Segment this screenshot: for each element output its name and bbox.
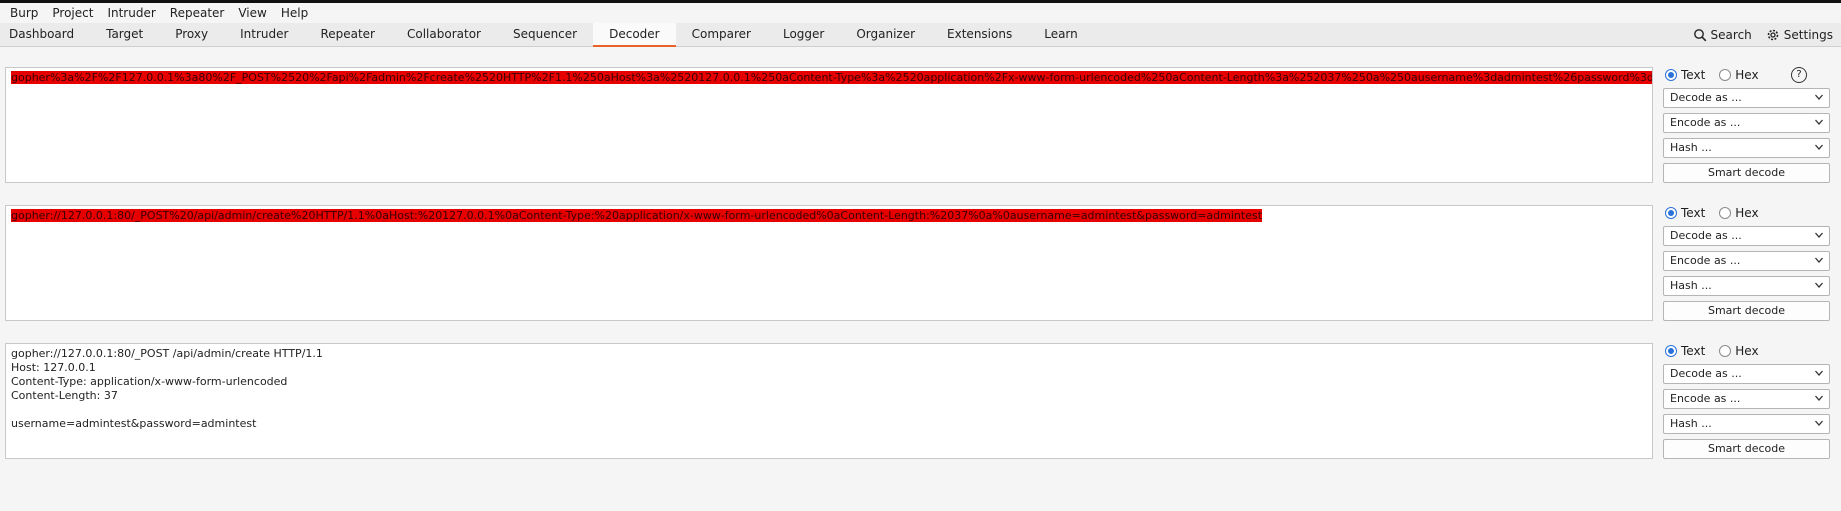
tab-extensions[interactable]: Extensions xyxy=(931,23,1028,46)
menu-repeater[interactable]: Repeater xyxy=(163,3,232,23)
chevron-down-icon xyxy=(1815,119,1823,125)
decoder-panel-1: gopher%3a%2F%2F127.0.0.1%3a80%2F_POST%25… xyxy=(5,67,1836,183)
tab-organizer[interactable]: Organizer xyxy=(840,23,931,46)
decode-as-label: Decode as ... xyxy=(1670,367,1742,380)
tab-comparer[interactable]: Comparer xyxy=(676,23,767,46)
editor-text: gopher%3a%2F%2F127.0.0.1%3a80%2F_POST%25… xyxy=(11,71,1652,84)
menu-bar: Burp Project Intruder Repeater View Help xyxy=(0,3,1841,23)
hex-radio-label: Hex xyxy=(1735,68,1759,82)
menu-project[interactable]: Project xyxy=(45,3,100,23)
hex-radio-label: Hex xyxy=(1735,344,1759,358)
decode-as-select[interactable]: Decode as ... xyxy=(1663,364,1830,384)
encode-as-select[interactable]: Encode as ... xyxy=(1663,113,1830,133)
encode-as-label: Encode as ... xyxy=(1670,116,1741,129)
encode-as-select[interactable]: Encode as ... xyxy=(1663,389,1830,409)
tab-decoder[interactable]: Decoder xyxy=(593,23,676,47)
settings-button[interactable]: Settings xyxy=(1766,28,1833,42)
hash-select[interactable]: Hash ... xyxy=(1663,414,1830,434)
menu-view[interactable]: View xyxy=(231,3,273,23)
menu-burp[interactable]: Burp xyxy=(3,3,45,23)
tab-proxy[interactable]: Proxy xyxy=(159,23,224,46)
decoder-controls-2: Text Hex Decode as ... Encode as ... Has… xyxy=(1663,205,1836,321)
tab-collaborator[interactable]: Collaborator xyxy=(391,23,497,46)
tab-sequencer[interactable]: Sequencer xyxy=(497,23,593,46)
hash-label: Hash ... xyxy=(1670,279,1712,292)
decoder-editor-2[interactable]: gopher://127.0.0.1:80/_POST%20/api/admin… xyxy=(5,205,1653,321)
encode-as-label: Encode as ... xyxy=(1670,392,1741,405)
decode-as-select[interactable]: Decode as ... xyxy=(1663,88,1830,108)
tab-target[interactable]: Target xyxy=(90,23,159,46)
chevron-down-icon xyxy=(1815,370,1823,376)
text-radio-label: Text xyxy=(1681,344,1706,358)
chevron-down-icon xyxy=(1815,94,1823,100)
chevron-down-icon xyxy=(1815,232,1823,238)
decoder-editor-1[interactable]: gopher%3a%2F%2F127.0.0.1%3a80%2F_POST%25… xyxy=(5,67,1653,183)
chevron-down-icon xyxy=(1815,395,1823,401)
smart-decode-button[interactable]: Smart decode xyxy=(1663,163,1830,183)
menu-intruder[interactable]: Intruder xyxy=(100,3,162,23)
text-radio-label: Text xyxy=(1681,68,1706,82)
chevron-down-icon xyxy=(1815,282,1823,288)
menu-help[interactable]: Help xyxy=(274,3,315,23)
text-radio[interactable] xyxy=(1665,207,1677,219)
decoder-panel-3: gopher://127.0.0.1:80/_POST /api/admin/c… xyxy=(5,343,1836,459)
editor-text: gopher://127.0.0.1:80/_POST /api/admin/c… xyxy=(11,347,323,430)
hex-radio[interactable] xyxy=(1719,207,1732,219)
tab-learn[interactable]: Learn xyxy=(1028,23,1094,46)
text-radio[interactable] xyxy=(1665,69,1677,81)
help-icon[interactable]: ? xyxy=(1791,67,1807,83)
hash-select[interactable]: Hash ... xyxy=(1663,138,1830,158)
hex-radio-label: Hex xyxy=(1735,206,1759,220)
chevron-down-icon xyxy=(1815,257,1823,263)
search-button[interactable]: Search xyxy=(1693,28,1752,42)
hash-label: Hash ... xyxy=(1670,417,1712,430)
search-icon xyxy=(1693,29,1706,42)
hash-select[interactable]: Hash ... xyxy=(1663,276,1830,296)
text-radio[interactable] xyxy=(1665,345,1677,357)
smart-decode-button[interactable]: Smart decode xyxy=(1663,301,1830,321)
chevron-down-icon xyxy=(1815,420,1823,426)
hex-radio[interactable] xyxy=(1719,69,1732,81)
tab-dashboard[interactable]: Dashboard xyxy=(0,23,90,46)
tab-logger[interactable]: Logger xyxy=(767,23,840,46)
decode-as-label: Decode as ... xyxy=(1670,91,1742,104)
search-label: Search xyxy=(1710,28,1752,42)
text-radio-label: Text xyxy=(1681,206,1706,220)
decoder-panel-2: gopher://127.0.0.1:80/_POST%20/api/admin… xyxy=(5,205,1836,321)
editor-text: gopher://127.0.0.1:80/_POST%20/api/admin… xyxy=(11,209,1263,222)
decoder-controls-3: Text Hex Decode as ... Encode as ... Has… xyxy=(1663,343,1836,459)
hash-label: Hash ... xyxy=(1670,141,1712,154)
decode-as-label: Decode as ... xyxy=(1670,229,1742,242)
hex-radio[interactable] xyxy=(1719,345,1732,357)
decode-as-select[interactable]: Decode as ... xyxy=(1663,226,1830,246)
gear-icon xyxy=(1767,29,1779,41)
smart-decode-button[interactable]: Smart decode xyxy=(1663,439,1830,459)
encode-as-select[interactable]: Encode as ... xyxy=(1663,251,1830,271)
decoder-controls-1: Text Hex ? Decode as ... Encode as ... H… xyxy=(1663,67,1836,183)
tab-intruder[interactable]: Intruder xyxy=(224,23,304,46)
tab-repeater[interactable]: Repeater xyxy=(304,23,391,46)
main-tab-bar: Dashboard Target Proxy Intruder Repeater… xyxy=(0,23,1841,47)
settings-label: Settings xyxy=(1783,28,1833,42)
chevron-down-icon xyxy=(1815,144,1823,150)
encode-as-label: Encode as ... xyxy=(1670,254,1741,267)
decoder-editor-3[interactable]: gopher://127.0.0.1:80/_POST /api/admin/c… xyxy=(5,343,1653,459)
